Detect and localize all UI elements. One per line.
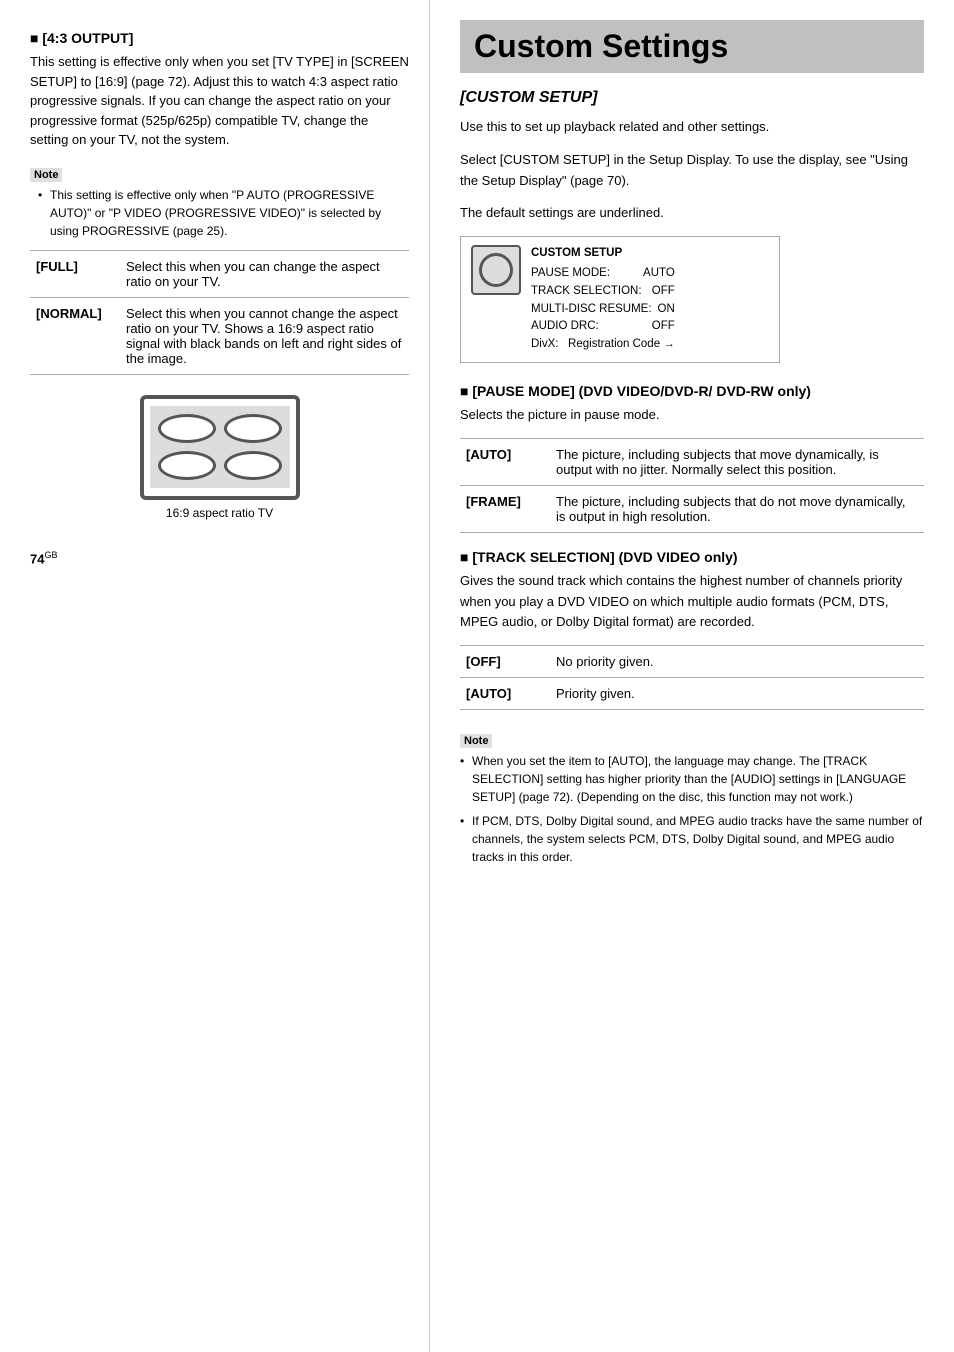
track-definition-row: [AUTO] Priority given. <box>460 678 924 710</box>
setup-item-label: PAUSE MODE: <box>531 265 610 283</box>
setup-item-value: OFF <box>652 283 675 301</box>
definition-row: [FULL] Select this when you can change t… <box>30 250 409 297</box>
tv-caption: 16:9 aspect ratio TV <box>166 506 273 520</box>
setup-item: DivX: Registration Code → <box>531 336 675 354</box>
setup-item: PAUSE MODE: AUTO <box>531 265 675 283</box>
track-term: [AUTO] <box>460 678 550 710</box>
setup-display-icon <box>471 245 521 295</box>
setup-item: TRACK SELECTION: OFF <box>531 283 675 301</box>
page-number: 74GB <box>30 550 409 566</box>
setup-item-value: AUTO <box>643 265 675 283</box>
page-container: [4:3 OUTPUT] This setting is effective o… <box>0 0 954 1352</box>
setup-display-text: CUSTOM SETUP PAUSE MODE: AUTOTRACK SELECT… <box>531 245 675 354</box>
track-term: [OFF] <box>460 646 550 678</box>
right-intro-text: Use this to set up playback related and … <box>460 117 924 138</box>
track-definitions-table: [OFF] No priority given. [AUTO] Priority… <box>460 645 924 710</box>
tv-circle-1 <box>158 414 216 443</box>
setup-item-label: MULTI-DISC RESUME: <box>531 301 652 319</box>
track-desc: Priority given. <box>550 678 924 710</box>
setup-display-title: CUSTOM SETUP <box>531 245 675 263</box>
pause-desc: The picture, including subjects that mov… <box>550 438 924 485</box>
pause-definition-row: [AUTO] The picture, including subjects t… <box>460 438 924 485</box>
track-selection-heading: [TRACK SELECTION] (DVD VIDEO only) <box>460 549 924 565</box>
left-column: [4:3 OUTPUT] This setting is effective o… <box>0 0 430 1352</box>
section1-body: This setting is effective only when you … <box>30 52 409 150</box>
tv-circle-4 <box>224 451 282 480</box>
setup-item-value: ON <box>658 301 675 319</box>
pause-mode-heading: [PAUSE MODE] (DVD VIDEO/DVD-R/ DVD-RW on… <box>460 383 924 399</box>
setup-display-box: CUSTOM SETUP PAUSE MODE: AUTOTRACK SELECT… <box>460 236 780 363</box>
tv-circle-2 <box>224 414 282 443</box>
tv-screen <box>150 406 290 488</box>
pause-definitions-table: [AUTO] The picture, including subjects t… <box>460 438 924 533</box>
pause-mode-body: Selects the picture in pause mode. <box>460 405 924 426</box>
pause-desc: The picture, including subjects that do … <box>550 485 924 532</box>
right-note-content: When you set the item to [AUTO], the lan… <box>460 752 924 866</box>
page-title: Custom Settings <box>460 20 924 73</box>
track-definition-row: [OFF] No priority given. <box>460 646 924 678</box>
track-desc: No priority given. <box>550 646 924 678</box>
note-content: This setting is effective only when "P A… <box>30 186 409 240</box>
definitions-table: [FULL] Select this when you can change t… <box>30 250 409 375</box>
note-text: This setting is effective only when "P A… <box>38 186 409 240</box>
definition-term: [NORMAL] <box>30 297 120 374</box>
setup-item-label: TRACK SELECTION: <box>531 283 642 301</box>
right-column: Custom Settings [CUSTOM SETUP] Use this … <box>430 0 954 1352</box>
right-select-text: Select [CUSTOM SETUP] in the Setup Displ… <box>460 150 924 192</box>
setup-item-label: AUDIO DRC: <box>531 318 599 336</box>
note-label: Note <box>30 168 62 182</box>
pause-term: [AUTO] <box>460 438 550 485</box>
definition-term: [FULL] <box>30 250 120 297</box>
definition-row: [NORMAL] Select this when you cannot cha… <box>30 297 409 374</box>
pause-term: [FRAME] <box>460 485 550 532</box>
right-default-text: The default settings are underlined. <box>460 203 924 224</box>
setup-item-label: DivX: <box>531 336 558 354</box>
tv-frame <box>140 395 300 500</box>
setup-item: MULTI-DISC RESUME: ON <box>531 301 675 319</box>
tv-illustration: 16:9 aspect ratio TV <box>130 395 310 520</box>
tv-circle-3 <box>158 451 216 480</box>
right-note-label: Note <box>460 734 492 748</box>
track-selection-body: Gives the sound track which contains the… <box>460 571 924 633</box>
pause-definition-row: [FRAME] The picture, including subjects … <box>460 485 924 532</box>
section1-heading: [4:3 OUTPUT] <box>30 30 409 46</box>
subsection-heading: [CUSTOM SETUP] <box>460 89 924 107</box>
setup-item: AUDIO DRC: OFF <box>531 318 675 336</box>
right-note-item: When you set the item to [AUTO], the lan… <box>460 752 924 806</box>
right-note-item: If PCM, DTS, Dolby Digital sound, and MP… <box>460 812 924 866</box>
definition-desc: Select this when you can change the aspe… <box>120 250 409 297</box>
definition-desc: Select this when you cannot change the a… <box>120 297 409 374</box>
setup-item-value: Registration Code → <box>568 336 675 354</box>
setup-item-value: OFF <box>652 318 675 336</box>
